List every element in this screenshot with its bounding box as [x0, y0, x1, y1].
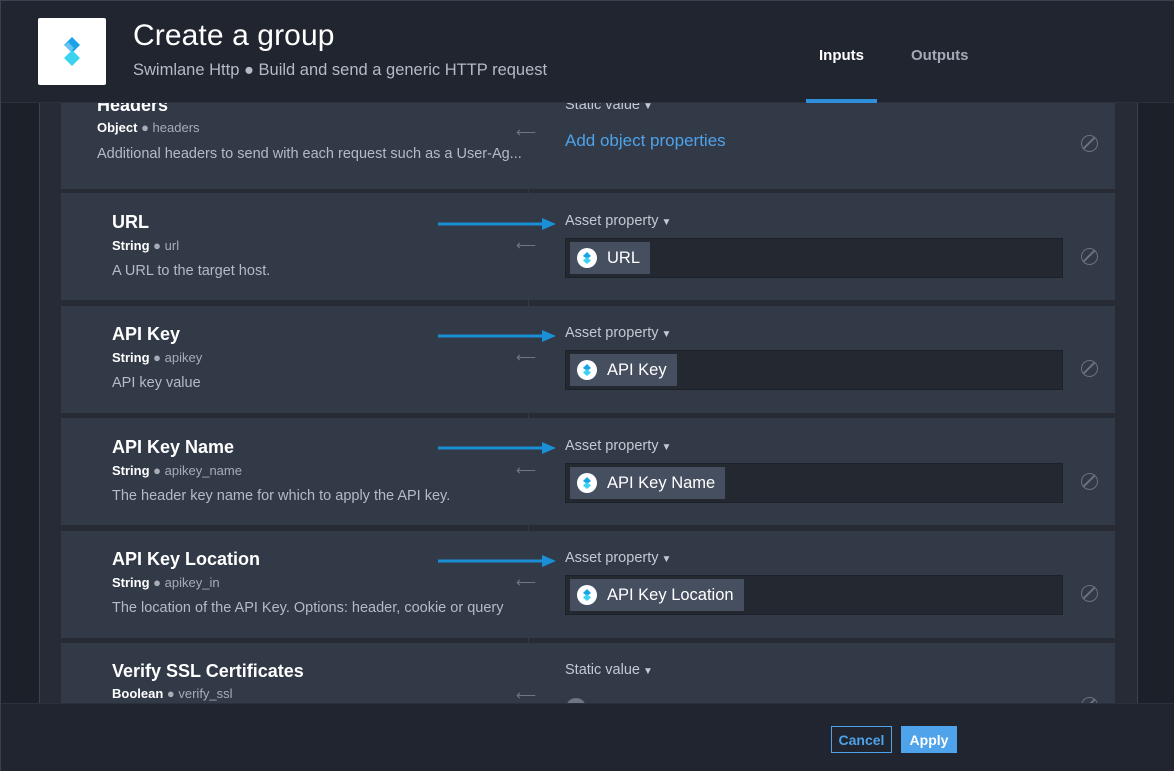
swimlane-logo-icon [577, 473, 597, 493]
asset-property-field[interactable]: API Key Name [565, 463, 1063, 503]
swimlane-logo-icon [577, 248, 597, 268]
input-type: Object ● headers [97, 120, 200, 135]
value-mode-dropdown[interactable]: Static value ▼ [565, 662, 653, 678]
input-name: URL [112, 212, 149, 232]
input-type: Boolean ● verify_ssl [112, 686, 233, 701]
inputs-panel[interactable]: Headers Object ● headers Additional head… [1, 103, 1174, 703]
input-type: String ● apikey_name [112, 463, 242, 478]
input-row-apikey-location: API Key Location String ● apikey_in The … [61, 531, 1115, 638]
chevron-down-icon: ▼ [661, 217, 672, 228]
swimlane-logo-icon [577, 585, 597, 605]
integration-logo [38, 18, 106, 85]
ban-icon[interactable] [1081, 135, 1098, 152]
tab-inputs[interactable]: Inputs [819, 47, 864, 64]
chevron-down-icon: ▼ [661, 329, 672, 340]
input-name: API Key Name [112, 437, 235, 457]
asset-property-field[interactable]: API Key [565, 350, 1063, 390]
annotation-arrow-icon [438, 218, 556, 230]
asset-property-field[interactable]: API Key Location [565, 575, 1063, 615]
ban-icon[interactable] [1081, 585, 1098, 602]
annotation-arrow-icon [438, 555, 556, 567]
input-name: Verify SSL Certificates [112, 661, 304, 681]
chip-label: API Key Name [607, 473, 716, 492]
chevron-down-icon: ▼ [642, 666, 653, 677]
value-mode-dropdown[interactable]: Asset property ▼ [565, 550, 671, 566]
input-description: API key value [112, 375, 201, 391]
mapping-arrow-icon: ⟵ [516, 349, 537, 365]
asset-property-chip[interactable]: API Key Name [570, 467, 726, 499]
dialog-title: Create a group [133, 19, 335, 52]
input-row-verify-ssl: Verify SSL Certificates Boolean ● verify… [61, 643, 1115, 703]
input-name: API Key Location [112, 549, 261, 569]
mapping-arrow-icon: ⟵ [516, 237, 537, 253]
input-name: API Key [112, 324, 181, 344]
ban-icon[interactable] [1081, 248, 1098, 265]
input-row-apikey-name: API Key Name String ● apikey_name The he… [61, 418, 1115, 525]
chip-label: API Key Location [607, 585, 734, 604]
input-row-url: URL String ● url A URL to the target hos… [61, 193, 1115, 300]
annotation-arrow-icon [438, 442, 556, 454]
input-row-headers: Headers Object ● headers Additional head… [61, 103, 1115, 189]
asset-property-field[interactable]: URL [565, 238, 1063, 278]
asset-property-chip[interactable]: API Key Location [570, 579, 744, 611]
add-object-properties-link[interactable]: Add object properties [565, 131, 726, 151]
dialog-footer: Cancel Apply [1, 703, 1174, 771]
asset-property-chip[interactable]: API Key [570, 354, 677, 386]
mapping-arrow-icon: ⟵ [516, 124, 537, 140]
input-description: Additional headers to send with each req… [97, 146, 522, 162]
chevron-down-icon: ▼ [642, 103, 653, 112]
annotation-arrow-icon [438, 330, 556, 342]
input-row-apikey: API Key String ● apikey API key value ⟵ … [61, 306, 1115, 413]
chevron-down-icon: ▼ [661, 442, 672, 453]
input-description: The location of the API Key. Options: he… [112, 600, 504, 616]
chevron-down-icon: ▼ [661, 554, 672, 565]
mapping-arrow-icon: ⟵ [516, 574, 537, 590]
input-type: String ● apikey_in [112, 575, 220, 590]
dialog-header: Create a group Swimlane Http ● Build and… [1, 1, 1174, 103]
value-mode-dropdown[interactable]: Asset property ▼ [565, 438, 671, 454]
apply-button[interactable]: Apply [901, 726, 957, 753]
cancel-button[interactable]: Cancel [831, 726, 892, 753]
ban-icon[interactable] [1081, 360, 1098, 377]
tab-outputs[interactable]: Outputs [911, 47, 969, 64]
value-mode-dropdown[interactable]: Asset property ▼ [565, 213, 671, 229]
input-type: String ● url [112, 238, 180, 253]
swimlane-logo-icon [62, 37, 80, 66]
chip-label: API Key [607, 360, 667, 379]
create-group-dialog: Create a group Swimlane Http ● Build and… [0, 0, 1174, 771]
ban-icon[interactable] [1081, 473, 1098, 490]
mapping-arrow-icon: ⟵ [516, 687, 537, 703]
input-description: A URL to the target host. [112, 263, 271, 279]
dialog-subtitle: Swimlane Http ● Build and send a generic… [133, 61, 548, 79]
input-name: Headers [97, 103, 169, 115]
value-mode-dropdown[interactable]: Asset property ▼ [565, 325, 671, 341]
swimlane-logo-icon [577, 360, 597, 380]
value-mode-dropdown[interactable]: Static value ▼ [565, 103, 653, 113]
asset-property-chip[interactable]: URL [570, 242, 651, 274]
input-type: String ● apikey [112, 350, 203, 365]
mapping-arrow-icon: ⟵ [516, 462, 537, 478]
chip-label: URL [607, 248, 641, 267]
input-description: The header key name for which to apply t… [112, 488, 451, 504]
